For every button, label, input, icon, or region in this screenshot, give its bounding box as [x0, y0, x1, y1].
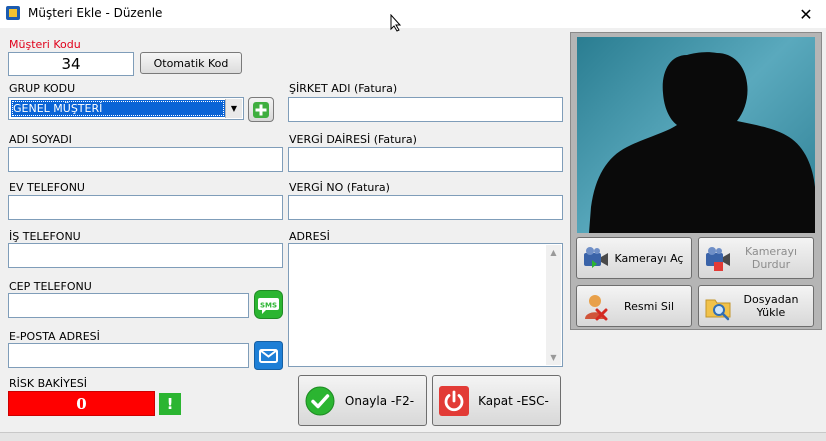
address-label: ADRESİ — [289, 230, 330, 243]
checkmark-icon — [305, 386, 335, 416]
email-input[interactable] — [8, 343, 249, 368]
risk-balance-value: 0 — [8, 391, 155, 416]
send-email-button[interactable] — [254, 341, 283, 370]
risk-balance-label: RİSK BAKİYESİ — [9, 377, 88, 390]
company-name-label: ŞİRKET ADI (Fatura) — [289, 82, 398, 95]
folder-search-icon — [705, 299, 731, 321]
app-icon — [6, 6, 20, 20]
camera-stop-icon — [706, 247, 730, 271]
upload-from-file-button[interactable]: Dosyadan Yükle — [698, 285, 814, 327]
tax-number-label: VERGİ NO (Fatura) — [289, 181, 390, 194]
camera-icon — [584, 247, 608, 268]
full-name-label: ADI SOYADI — [9, 133, 72, 146]
window-title: Müşteri Ekle - Düzenle — [28, 6, 163, 20]
group-code-selected: GENEL MÜŞTERİ — [11, 100, 225, 117]
stop-camera-line2: Durdur — [751, 258, 791, 271]
mobile-phone-input[interactable] — [8, 293, 249, 318]
stop-camera-label: Kamerayı Durdur — [733, 238, 809, 278]
tax-office-input[interactable] — [288, 147, 563, 172]
sms-icon-text: SMS — [260, 302, 277, 310]
auto-code-button[interactable]: Otomatik Kod — [140, 52, 242, 74]
delete-photo-label: Resmi Sil — [623, 299, 674, 313]
delete-photo-button[interactable]: Resmi Sil — [576, 285, 692, 327]
group-code-select[interactable]: GENEL MÜŞTERİ ▼ — [8, 97, 244, 120]
title-bar: Müşteri Ekle - Düzenle ✕ — [0, 0, 826, 32]
chevron-down-icon[interactable]: ▼ — [225, 99, 242, 118]
open-camera-button[interactable]: Kamerayı Aç — [576, 237, 692, 279]
upload-line2: Yükle — [756, 306, 786, 319]
upload-line1: Dosyadan — [743, 293, 799, 306]
close-label: Kapat -ESC- — [478, 393, 549, 408]
person-silhouette-icon — [589, 52, 815, 233]
home-phone-input[interactable] — [8, 195, 283, 220]
sms-icon: SMS — [254, 290, 283, 319]
address-textarea[interactable]: ▲ ▼ — [288, 243, 563, 367]
full-name-input[interactable] — [8, 147, 283, 172]
tax-office-label: VERGİ DAİRESİ (Fatura) — [289, 133, 417, 146]
stop-camera-button[interactable]: Kamerayı Durdur — [698, 237, 814, 279]
close-window-button[interactable]: ✕ — [786, 0, 826, 28]
open-camera-label: Kamerayı Aç — [614, 251, 684, 265]
plus-icon — [253, 101, 269, 118]
customer-code-label: Müşteri Kodu — [9, 38, 81, 51]
delete-user-icon — [585, 295, 608, 321]
stop-camera-line1: Kamerayı — [744, 245, 798, 258]
approve-label: Onayla -F2- — [344, 393, 415, 408]
upload-from-file-label: Dosyadan Yükle — [733, 286, 809, 326]
home-phone-label: EV TELEFONU — [9, 181, 85, 194]
envelope-icon — [254, 341, 283, 370]
address-scrollbar[interactable]: ▲ ▼ — [546, 245, 561, 365]
mobile-phone-label: CEP TELEFONU — [9, 280, 92, 293]
photo-panel: Kamerayı Aç Kamerayı Durdur Resmi Sil Dos… — [570, 32, 822, 330]
customer-photo — [577, 37, 815, 233]
send-sms-button[interactable]: SMS — [254, 290, 283, 319]
group-code-label: GRUP KODU — [9, 82, 76, 95]
add-group-button[interactable] — [248, 97, 274, 122]
approve-button[interactable]: Onayla -F2- — [298, 375, 427, 426]
work-phone-label: İŞ TELEFONU — [9, 230, 81, 243]
power-icon — [439, 386, 469, 416]
email-label: E-POSTA ADRESİ — [9, 330, 100, 343]
scroll-down-icon[interactable]: ▼ — [546, 350, 561, 365]
close-button[interactable]: Kapat -ESC- — [432, 375, 561, 426]
scroll-up-icon[interactable]: ▲ — [546, 245, 561, 260]
mouse-cursor-icon — [390, 14, 402, 32]
company-name-input[interactable] — [288, 97, 563, 122]
tax-number-input[interactable] — [288, 195, 563, 220]
customer-code-input[interactable]: 34 — [8, 52, 134, 76]
risk-alert-icon: ! — [159, 393, 181, 415]
work-phone-input[interactable] — [8, 243, 283, 268]
